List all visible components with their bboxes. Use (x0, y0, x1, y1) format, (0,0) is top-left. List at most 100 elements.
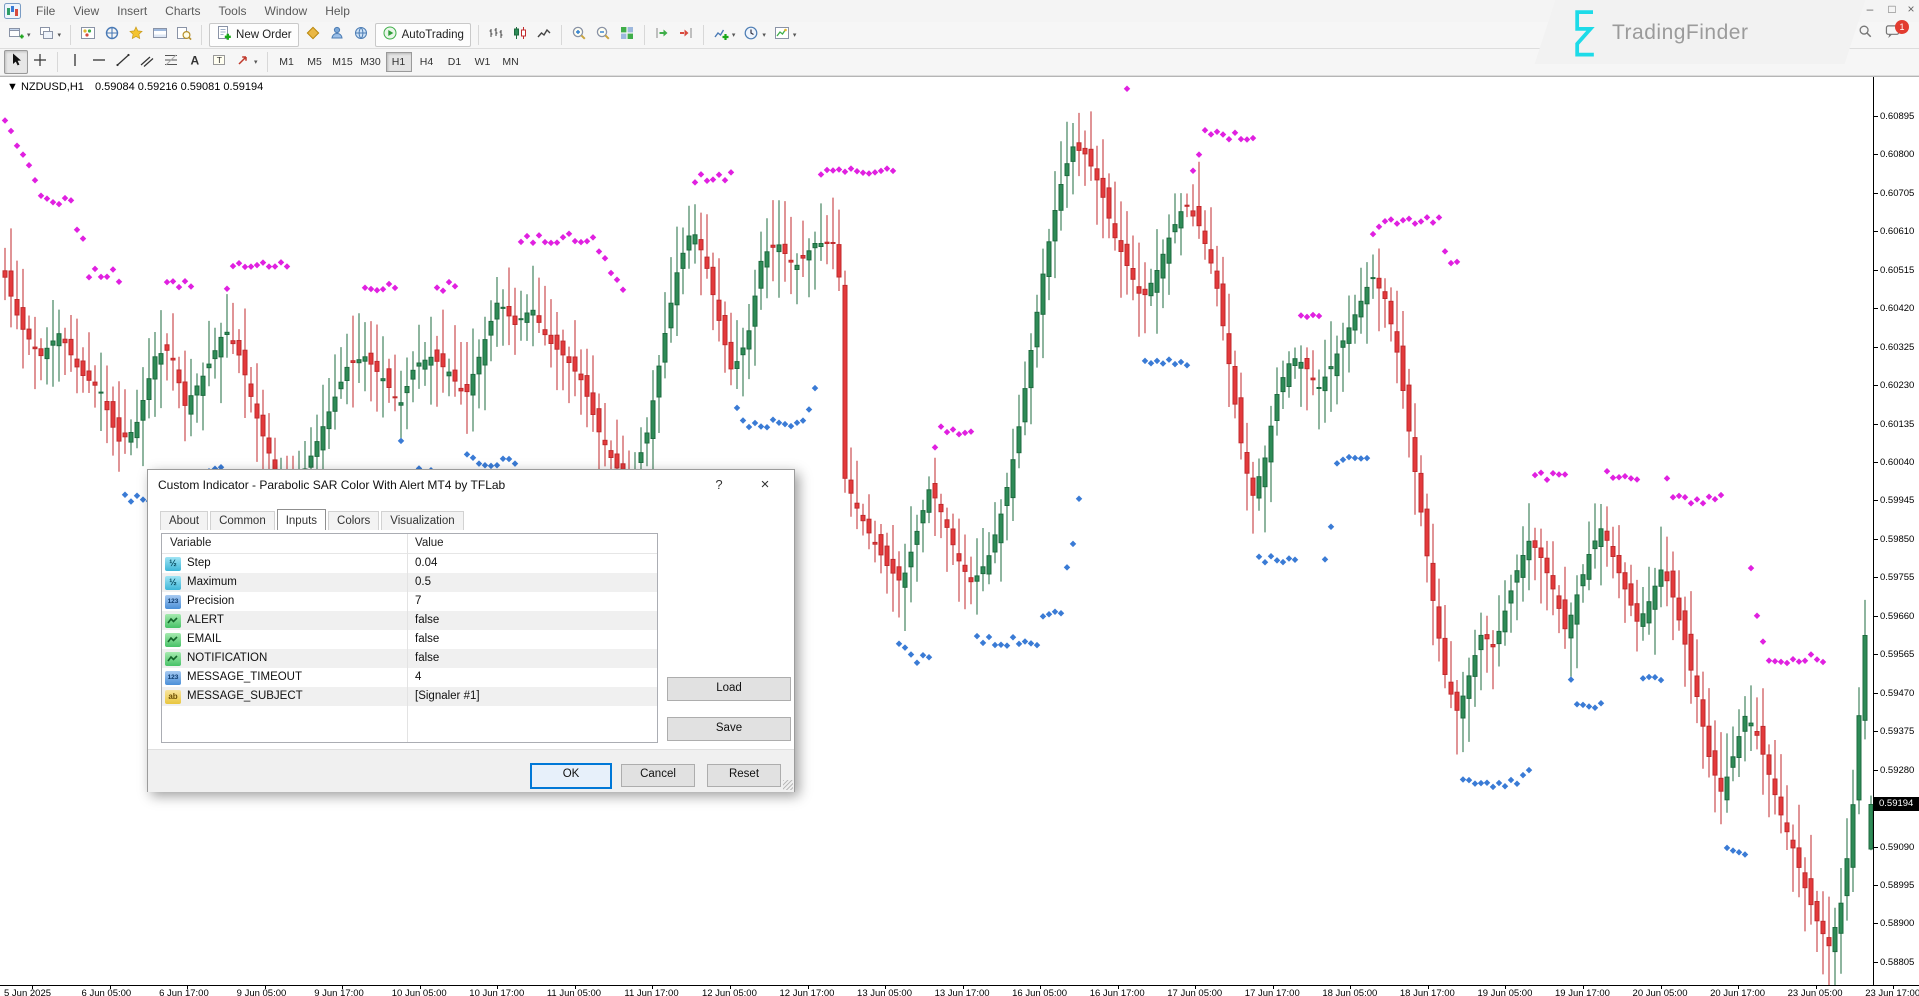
arrows-button[interactable]: ▾ (231, 50, 262, 74)
ok-button[interactable]: OK (530, 763, 612, 789)
news-button[interactable] (349, 23, 373, 47)
zoom-out-button[interactable] (591, 23, 615, 47)
trend-icon (115, 52, 131, 73)
label-button[interactable]: T (207, 50, 231, 74)
notification-badge[interactable]: 1 (1895, 20, 1909, 34)
menu-insert[interactable]: Insert (108, 2, 156, 20)
value-cell[interactable]: false (407, 649, 657, 668)
menu-file[interactable]: File (27, 2, 64, 20)
variable-cell: ½Step (162, 554, 407, 573)
timeframe-h1-button[interactable]: H1 (386, 52, 412, 72)
time-axis[interactable]: 5 Jun 20256 Jun 05:006 Jun 17:009 Jun 05… (0, 985, 1919, 996)
chart-shift-button[interactable] (674, 23, 698, 47)
inputs-table: Variable Value ½Step0.04½Maximum0.5123Pr… (161, 533, 658, 743)
cursor-button[interactable] (4, 50, 28, 74)
minimize-button[interactable]: – (1862, 2, 1878, 16)
price-tick-label: 0.59755 (1880, 572, 1914, 583)
load-button[interactable]: Load (667, 677, 791, 701)
terminal-button[interactable] (148, 23, 172, 47)
value-cell[interactable]: 0.5 (407, 573, 657, 592)
trendline-button[interactable] (111, 50, 135, 74)
menu-tools[interactable]: Tools (210, 2, 256, 20)
timeframe-m1-button[interactable]: M1 (274, 52, 300, 72)
autotrading-button[interactable]: AutoTrading (375, 23, 471, 47)
cancel-button[interactable]: Cancel (621, 764, 695, 787)
candle-chart-button[interactable] (508, 23, 532, 47)
horizontal-line-button[interactable] (87, 50, 111, 74)
timeframe-w1-button[interactable]: W1 (470, 52, 496, 72)
templates-button[interactable]: ▾ (770, 23, 801, 47)
value-cell[interactable]: 7 (407, 592, 657, 611)
tile-windows-button[interactable] (615, 23, 639, 47)
price-axis[interactable]: 0.608950.608000.607050.606100.605150.604… (1873, 77, 1919, 985)
search-icon[interactable] (1858, 24, 1873, 39)
navigator-button[interactable] (124, 23, 148, 47)
timeframe-m30-button[interactable]: M30 (358, 52, 384, 72)
bool-type-icon (165, 614, 181, 628)
timeframe-d1-button[interactable]: D1 (442, 52, 468, 72)
line-chart-button[interactable] (532, 23, 556, 47)
tab-inputs[interactable]: Inputs (277, 509, 326, 530)
chevron-down-icon: ▾ (254, 58, 258, 66)
dialog-help-button[interactable]: ? (706, 475, 732, 495)
timeframe-h4-button[interactable]: H4 (414, 52, 440, 72)
menu-view[interactable]: View (64, 2, 108, 20)
zoom-in-button[interactable] (567, 23, 591, 47)
restore-button[interactable]: □ (1884, 2, 1900, 16)
price-tick-label: 0.60230 (1880, 380, 1914, 391)
metaeditor-button[interactable] (301, 23, 325, 47)
new-order-button[interactable]: New Order (209, 23, 299, 47)
variable-name: Step (187, 554, 211, 573)
price-tick (1874, 193, 1878, 194)
time-tick-label: 19 Jun 05:00 (1477, 988, 1532, 996)
timeframe-m15-button[interactable]: M15 (330, 52, 356, 72)
menu-help[interactable]: Help (316, 2, 359, 20)
text-button[interactable]: A (183, 50, 207, 74)
time-tick-label: 20 Jun 05:00 (1633, 988, 1688, 996)
price-tick-label: 0.60705 (1880, 188, 1914, 199)
dialog-close-icon[interactable]: × (752, 475, 778, 495)
close-button[interactable]: × (1903, 2, 1919, 16)
svg-text:A: A (191, 53, 200, 67)
timeframe-mn-button[interactable]: MN (498, 52, 524, 72)
value-cell[interactable]: false (407, 611, 657, 630)
data-window-button[interactable] (100, 23, 124, 47)
tab-common[interactable]: Common (210, 511, 275, 530)
vertical-line-button[interactable] (63, 50, 87, 74)
price-tick-label: 0.60040 (1880, 457, 1914, 468)
toolbar-separator (561, 25, 562, 45)
textA-icon: A (187, 52, 203, 73)
reset-button[interactable]: Reset (707, 764, 781, 787)
strategy-tester-button[interactable] (172, 23, 196, 47)
price-tick (1874, 385, 1878, 386)
crosshair-button[interactable] (28, 50, 52, 74)
bar-chart-button[interactable] (484, 23, 508, 47)
price-tick-label: 0.60610 (1880, 226, 1914, 237)
new-chart-button[interactable]: ▾ (4, 23, 35, 47)
tab-visualization[interactable]: Visualization (381, 511, 463, 530)
market-watch-button[interactable] (76, 23, 100, 47)
menu-window[interactable]: Window (256, 2, 317, 20)
value-cell[interactable]: false (407, 630, 657, 649)
price-tick (1874, 577, 1878, 578)
periods-button[interactable]: ▾ (739, 23, 770, 47)
indicators-button[interactable]: ▾ (709, 23, 740, 47)
num-type-icon: 123 (165, 671, 181, 685)
tab-colors[interactable]: Colors (328, 511, 379, 530)
value-cell[interactable]: 4 (407, 668, 657, 687)
experts-button[interactable] (325, 23, 349, 47)
timeframe-m5-button[interactable]: M5 (302, 52, 328, 72)
time-tick-label: 6 Jun 05:00 (82, 988, 132, 996)
menu-charts[interactable]: Charts (156, 2, 209, 20)
value-cell[interactable]: 0.04 (407, 554, 657, 573)
profiles-button[interactable]: ▾ (35, 23, 66, 47)
save-button[interactable]: Save (667, 717, 791, 741)
resize-grip[interactable] (783, 780, 793, 790)
tab-about[interactable]: About (160, 511, 208, 530)
fibonacci-button[interactable] (159, 50, 183, 74)
auto-scroll-button[interactable] (650, 23, 674, 47)
terminal-icon (152, 25, 168, 46)
time-tick-label: 11 Jun 17:00 (624, 988, 678, 996)
channel-button[interactable] (135, 50, 159, 74)
value-cell[interactable]: [Signaler #1] (407, 687, 657, 706)
